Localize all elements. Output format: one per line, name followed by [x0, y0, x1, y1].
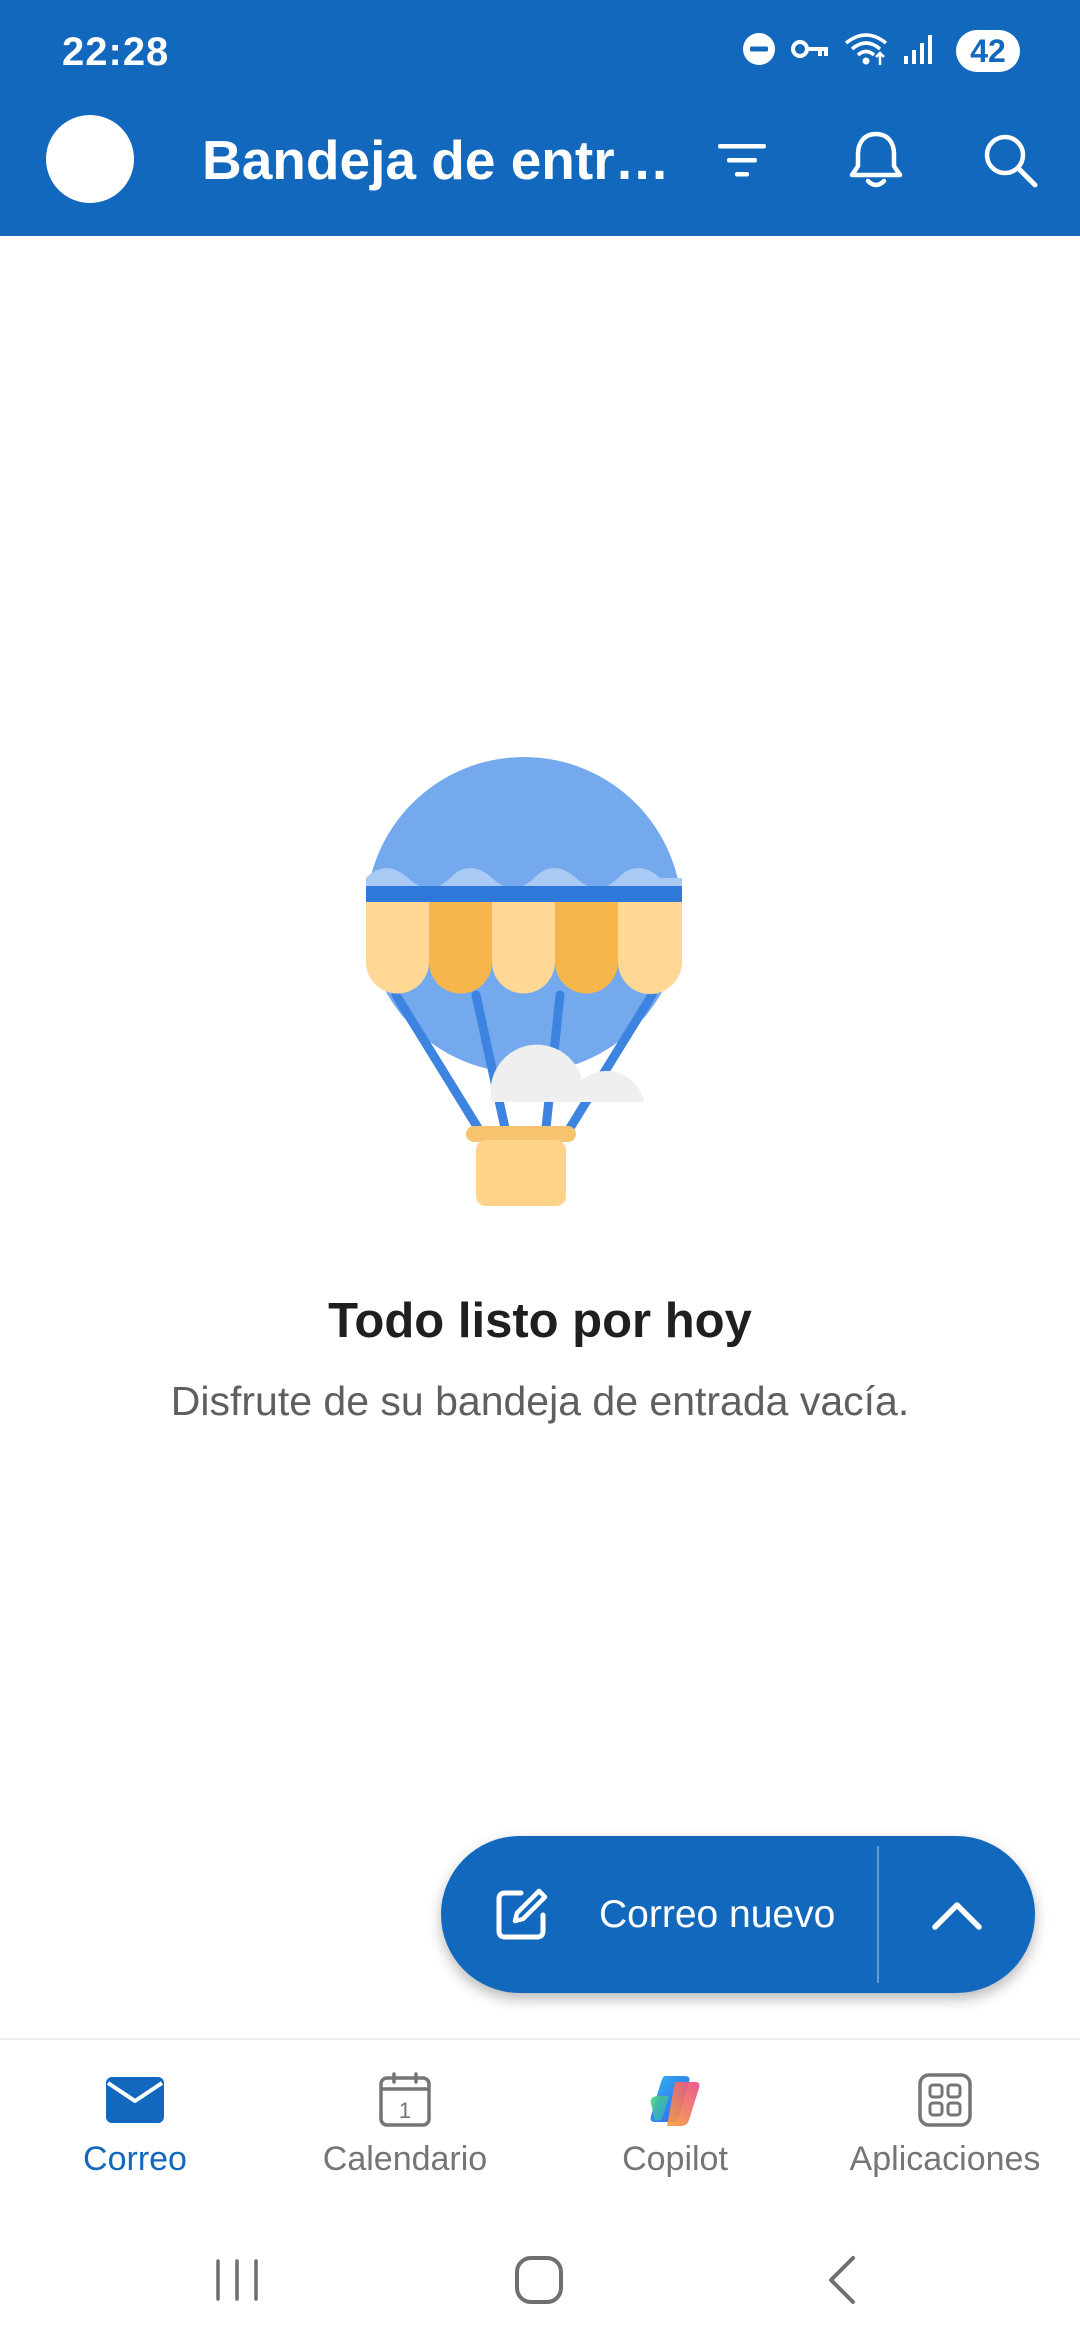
apps-grid-icon	[915, 2070, 975, 2130]
status-icons: 42	[742, 28, 1020, 74]
account-avatar[interactable]	[46, 115, 134, 203]
hot-air-balloon-illustration	[366, 757, 682, 1206]
filter-button[interactable]	[700, 118, 784, 202]
search-icon	[984, 134, 1038, 188]
do-not-disturb-icon	[742, 32, 776, 71]
nav-item-mail[interactable]: Correo	[0, 2040, 270, 2220]
nav-item-copilot[interactable]: Copilot	[540, 2040, 810, 2220]
calendar-icon: 1	[375, 2070, 435, 2130]
home-icon	[515, 2256, 563, 2304]
vpn-key-icon	[790, 34, 830, 69]
back-icon	[829, 2256, 855, 2304]
system-navigation-bar	[0, 2218, 1080, 2340]
back-button[interactable]	[801, 2240, 881, 2320]
search-button[interactable]	[968, 118, 1052, 202]
calendar-day-number: 1	[399, 2098, 411, 2123]
signal-icon	[902, 32, 936, 71]
nav-item-calendar[interactable]: 1 Calendario	[270, 2040, 540, 2220]
chevron-up-icon	[932, 1901, 982, 1930]
top-app-bar: 22:28 42 Bandeja de entr…	[0, 0, 1080, 236]
battery-indicator: 42	[956, 30, 1020, 72]
new-mail-fab: Correo nuevo	[441, 1836, 1035, 1993]
wifi-icon	[844, 31, 888, 72]
empty-state-title: Todo listo por hoy	[328, 1294, 752, 1348]
nav-label-copilot: Copilot	[622, 2140, 728, 2178]
notifications-button[interactable]	[834, 118, 918, 202]
recents-icon	[216, 2259, 258, 2301]
expand-compose-options-button[interactable]	[879, 1836, 1035, 1993]
status-time: 22:28	[62, 30, 170, 74]
filter-icon	[718, 144, 766, 177]
bell-icon	[849, 131, 903, 188]
empty-state-subtitle: Disfrute de su bandeja de entrada vacía.	[170, 1378, 910, 1424]
nav-label-apps: Aplicaciones	[849, 2140, 1041, 2178]
nav-label-mail: Correo	[83, 2140, 187, 2178]
nav-item-apps[interactable]: Aplicaciones	[810, 2040, 1080, 2220]
mailbox-title[interactable]: Bandeja de entr…	[202, 128, 670, 192]
recents-button[interactable]	[197, 2240, 277, 2320]
bottom-navigation: Correo 1 Calendario Copilot Aplicaciones	[0, 2038, 1080, 2220]
home-button[interactable]	[499, 2240, 579, 2320]
copilot-icon	[645, 2070, 705, 2130]
new-mail-label: Correo nuevo	[599, 1892, 836, 1936]
new-mail-button[interactable]: Correo nuevo	[441, 1836, 877, 1993]
compose-icon	[496, 1888, 548, 1939]
nav-label-calendar: Calendario	[322, 2140, 488, 2178]
mail-icon	[105, 2070, 165, 2130]
